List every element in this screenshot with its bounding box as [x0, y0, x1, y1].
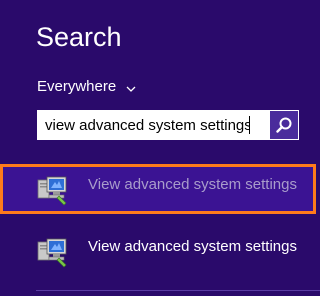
- results-divider: [36, 290, 320, 291]
- chevron-down-icon: [126, 81, 136, 92]
- search-result-item[interactable]: View advanced system settings: [0, 164, 320, 212]
- search-box: [37, 110, 299, 140]
- search-result-item[interactable]: View advanced system settings: [0, 226, 320, 274]
- system-computer-icon: [36, 236, 68, 268]
- search-scope-dropdown[interactable]: Everywhere: [37, 76, 136, 96]
- search-result-label: View advanced system settings: [88, 238, 297, 255]
- search-charm-pane: Search Everywhere view advanced system s…: [0, 0, 320, 296]
- magnifier-icon: [276, 117, 292, 133]
- search-scope-label: Everywhere: [37, 77, 117, 95]
- search-result-label: View advanced system settings: [88, 176, 297, 193]
- search-input[interactable]: [37, 111, 249, 139]
- system-computer-icon: [36, 174, 68, 206]
- text-caret: [249, 116, 250, 134]
- search-title: Search: [36, 22, 122, 52]
- search-button[interactable]: [270, 111, 298, 139]
